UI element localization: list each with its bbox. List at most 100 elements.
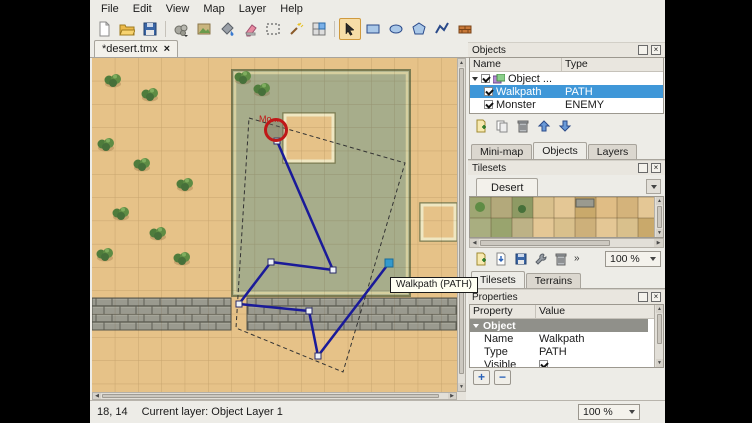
objects-table: Name Type Object ... Walkpath PATH bbox=[469, 57, 664, 114]
monster-row[interactable]: Monster ENEMY bbox=[470, 98, 663, 111]
tileset-vertical-scrollbar[interactable]: ▲ ▼ bbox=[654, 197, 663, 237]
status-zoom-select[interactable]: 100 % bbox=[578, 404, 640, 420]
map-horizontal-scrollbar[interactable]: ◀ ▶ bbox=[92, 392, 457, 400]
menu-edit[interactable]: Edit bbox=[126, 1, 159, 17]
lower-object-icon[interactable] bbox=[556, 117, 574, 135]
duplicate-object-icon[interactable] bbox=[493, 117, 511, 135]
tileset-tab-desert[interactable]: Desert bbox=[476, 178, 538, 196]
column-name[interactable]: Name bbox=[470, 58, 562, 71]
walkpath-row[interactable]: Walkpath PATH bbox=[470, 85, 663, 98]
object-layer-row[interactable]: Object ... bbox=[470, 72, 663, 85]
map-canvas[interactable]: Mo... bbox=[92, 58, 457, 392]
new-object-icon[interactable] bbox=[472, 117, 490, 135]
tab-objects[interactable]: Objects bbox=[533, 142, 587, 159]
menu-help[interactable]: Help bbox=[273, 1, 310, 17]
object-group-icon bbox=[493, 74, 505, 84]
menu-layer[interactable]: Layer bbox=[232, 1, 274, 17]
tileset-zoom-select[interactable]: 100 % bbox=[605, 251, 661, 267]
open-file-icon[interactable] bbox=[116, 18, 138, 40]
column-type[interactable]: Type bbox=[562, 58, 663, 71]
dock-close-icon[interactable]: × bbox=[651, 292, 661, 302]
toolbar-overflow-icon[interactable]: » bbox=[572, 253, 582, 264]
insert-ellipse-icon[interactable] bbox=[385, 18, 407, 40]
scroll-left-icon[interactable]: ◀ bbox=[470, 239, 479, 247]
select-objects-icon[interactable] bbox=[339, 18, 361, 40]
menu-file[interactable]: File bbox=[94, 1, 126, 17]
scroll-down-icon[interactable]: ▼ bbox=[656, 359, 663, 367]
column-property[interactable]: Property bbox=[470, 305, 536, 318]
scroll-right-icon[interactable]: ▶ bbox=[448, 393, 456, 399]
insert-tile-icon[interactable] bbox=[454, 18, 476, 40]
save-icon[interactable] bbox=[139, 18, 161, 40]
map-hscroll-thumb[interactable] bbox=[102, 394, 439, 398]
expander-icon[interactable] bbox=[473, 324, 479, 328]
tab-mini-map[interactable]: Mini-map bbox=[471, 144, 532, 159]
properties-scrollbar[interactable]: ▲ ▼ bbox=[654, 305, 663, 367]
property-row-visible[interactable]: Visible bbox=[470, 358, 648, 368]
object-visible-checkbox[interactable] bbox=[484, 100, 493, 109]
tilesets-dock-title: Tilesets bbox=[472, 163, 635, 174]
add-property-button[interactable]: + bbox=[473, 370, 490, 385]
stamp-brush-icon[interactable] bbox=[170, 18, 192, 40]
scroll-right-icon[interactable]: ▶ bbox=[654, 239, 663, 247]
dock-close-icon[interactable]: × bbox=[651, 163, 661, 173]
insert-rectangle-icon[interactable] bbox=[362, 18, 384, 40]
property-row-name[interactable]: Name Walkpath bbox=[470, 332, 648, 345]
eraser-icon[interactable] bbox=[239, 18, 261, 40]
tab-layers[interactable]: Layers bbox=[588, 144, 638, 159]
tileset-vscroll-thumb[interactable] bbox=[657, 206, 662, 228]
scroll-down-icon[interactable]: ▼ bbox=[656, 229, 663, 237]
expander-icon[interactable] bbox=[472, 77, 478, 81]
toolbar-separator bbox=[334, 21, 335, 37]
undock-icon[interactable] bbox=[638, 45, 648, 55]
object-visible-checkbox[interactable] bbox=[484, 87, 493, 96]
tileset-view[interactable]: ▲ ▼ bbox=[469, 196, 664, 238]
tab-tilesets[interactable]: Tilesets bbox=[471, 271, 525, 288]
scroll-up-icon[interactable]: ▲ bbox=[656, 305, 663, 313]
rectangular-select-icon[interactable] bbox=[262, 18, 284, 40]
tileset-hscroll-thumb[interactable] bbox=[480, 240, 610, 246]
column-value[interactable]: Value bbox=[536, 305, 663, 318]
tilesets-dock-titlebar: Tilesets × bbox=[468, 160, 665, 175]
dock-close-icon[interactable]: × bbox=[651, 45, 661, 55]
remove-object-icon[interactable] bbox=[514, 117, 532, 135]
import-tileset-icon[interactable] bbox=[492, 250, 510, 268]
tileset-horizontal-scrollbar[interactable]: ◀ ▶ bbox=[469, 238, 664, 248]
objects-toolbar bbox=[468, 114, 665, 137]
undock-icon[interactable] bbox=[638, 292, 648, 302]
property-group-object[interactable]: Object bbox=[470, 319, 648, 332]
remove-property-button[interactable]: − bbox=[494, 370, 511, 385]
layer-visible-checkbox[interactable] bbox=[481, 74, 490, 83]
properties-scroll-thumb[interactable] bbox=[657, 314, 662, 344]
selected-vertex-handle bbox=[385, 259, 393, 267]
menu-map[interactable]: Map bbox=[196, 1, 231, 17]
terrain-brush-icon[interactable] bbox=[193, 18, 215, 40]
bucket-fill-icon[interactable] bbox=[216, 18, 238, 40]
tileset-properties-icon[interactable] bbox=[532, 250, 550, 268]
raise-object-icon[interactable] bbox=[535, 117, 553, 135]
document-tab[interactable]: *desert.tmx × bbox=[94, 40, 178, 57]
undock-icon[interactable] bbox=[638, 163, 648, 173]
scroll-down-icon[interactable]: ▼ bbox=[458, 383, 465, 391]
map-vscroll-thumb[interactable] bbox=[459, 68, 464, 374]
menu-view[interactable]: View bbox=[159, 1, 197, 17]
property-row-type[interactable]: Type PATH bbox=[470, 345, 648, 358]
insert-polyline-icon[interactable] bbox=[431, 18, 453, 40]
scroll-up-icon[interactable]: ▲ bbox=[656, 197, 663, 205]
map-vertical-scrollbar[interactable]: ▲ ▼ bbox=[457, 58, 466, 392]
remove-tileset-icon[interactable] bbox=[552, 250, 570, 268]
tileset-dropdown-icon[interactable] bbox=[646, 179, 661, 194]
new-map-icon[interactable] bbox=[93, 18, 115, 40]
visible-value-checkbox[interactable] bbox=[539, 360, 548, 368]
scroll-up-icon[interactable]: ▲ bbox=[458, 59, 465, 67]
tab-terrains[interactable]: Terrains bbox=[526, 273, 581, 288]
magic-wand-icon[interactable] bbox=[285, 18, 307, 40]
tab-close-icon[interactable]: × bbox=[164, 43, 170, 55]
export-tileset-icon[interactable] bbox=[512, 250, 530, 268]
new-tileset-icon[interactable] bbox=[472, 250, 490, 268]
dock-column: Objects × Name Type Object ... bbox=[468, 42, 665, 400]
scroll-left-icon[interactable]: ◀ bbox=[93, 393, 101, 399]
select-same-tile-icon[interactable] bbox=[308, 18, 330, 40]
insert-polygon-icon[interactable] bbox=[408, 18, 430, 40]
tileset-image bbox=[470, 197, 656, 238]
